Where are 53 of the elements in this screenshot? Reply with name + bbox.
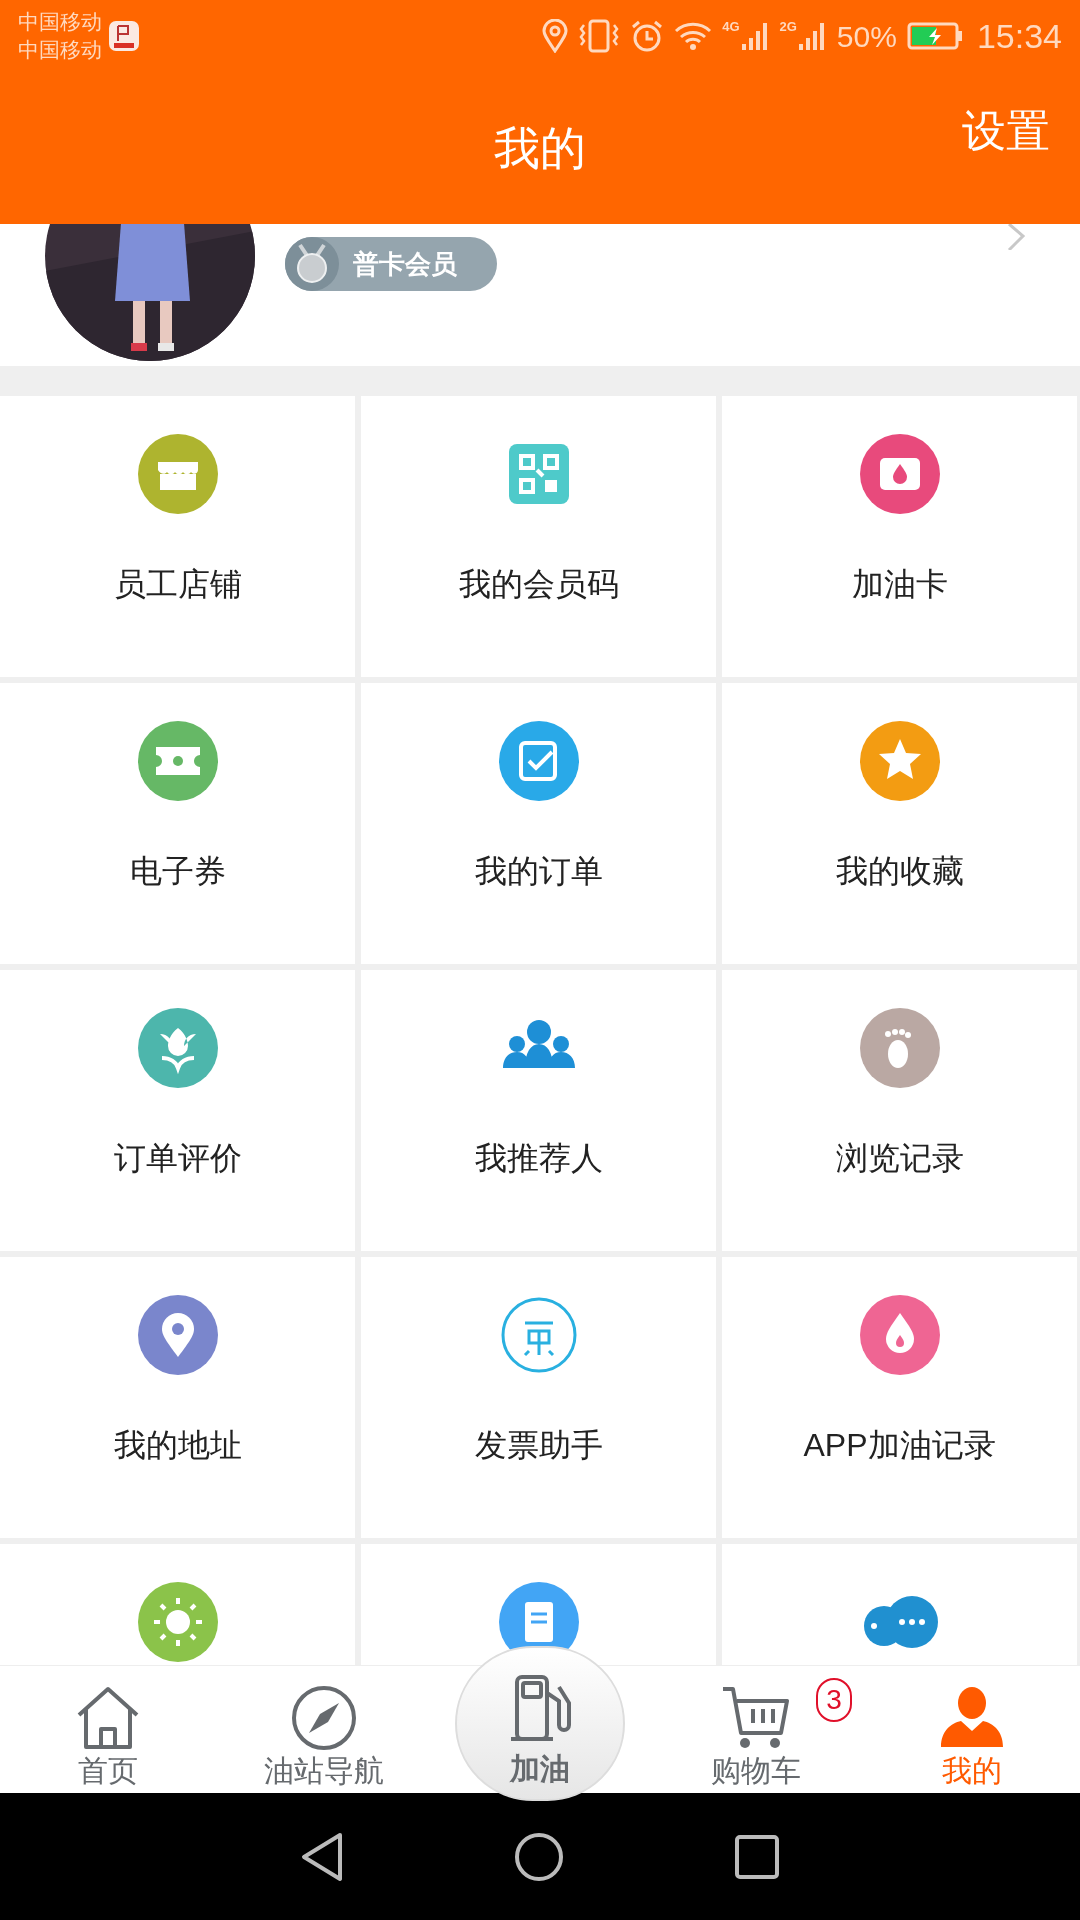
- tab-button[interactable]: 加油: [455, 1646, 625, 1801]
- tile-label: 电子券: [129, 852, 226, 891]
- carrier-name: 中国移动: [18, 9, 102, 35]
- menu-tile[interactable]: 我的订单: [361, 683, 716, 964]
- menu-tile[interactable]: 加油卡: [722, 396, 1077, 677]
- menu-tile[interactable]: 我的会员码: [361, 396, 716, 677]
- page-title: 我的: [494, 120, 586, 176]
- vibrate-icon: [578, 19, 621, 53]
- medal-icon: [285, 237, 339, 291]
- tile-label: 我的地址: [113, 1426, 242, 1465]
- fuel-pump-icon: [509, 1673, 571, 1743]
- signal-icon: [796, 20, 827, 52]
- tile-label: 我的收藏: [835, 852, 964, 891]
- cart-icon: [721, 1685, 791, 1751]
- menu-tile[interactable]: 发票助手: [361, 1257, 716, 1538]
- tile-label: 员工店铺: [113, 565, 242, 604]
- tab-button[interactable]: 首页: [0, 1666, 216, 1793]
- battery-percent: 50%: [836, 18, 897, 55]
- recents-icon[interactable]: [734, 1833, 780, 1880]
- compass-icon: [291, 1685, 357, 1751]
- tile-label: 我推荐人: [474, 1139, 603, 1178]
- menu-tile[interactable]: APP加油记录: [722, 1257, 1077, 1538]
- carrier-name: 中国移动: [18, 37, 102, 63]
- tile-label: 我的订单: [474, 852, 603, 891]
- home-circle-icon[interactable]: [514, 1831, 564, 1882]
- tab-button[interactable]: 油站导航: [216, 1666, 432, 1793]
- menu-tile[interactable]: 我的地址: [0, 1257, 355, 1538]
- clock-time: 15:34: [976, 15, 1062, 57]
- tab-button[interactable]: 购物车 3: [648, 1666, 864, 1793]
- menu-tile[interactable]: 浏览记录: [722, 970, 1077, 1251]
- battery-icon: [906, 22, 963, 50]
- network-label: 4G: [722, 20, 740, 33]
- tile-label: APP加油记录: [803, 1426, 996, 1465]
- member-badge: 普卡会员: [285, 237, 497, 291]
- tile-label: 发票助手: [474, 1426, 603, 1465]
- tile-label: 浏览记录: [835, 1139, 964, 1178]
- network-label: 2G: [779, 20, 797, 33]
- count-badge: 3: [816, 1678, 852, 1722]
- menu-tile[interactable]: 我的收藏: [722, 683, 1077, 964]
- alarm-icon: [630, 19, 665, 53]
- menu-tile[interactable]: 我推荐人: [361, 970, 716, 1251]
- wifi-icon: [674, 21, 713, 51]
- menu-tile[interactable]: 电子券: [0, 683, 355, 964]
- signal-icon: [739, 20, 770, 52]
- home-icon: [75, 1685, 141, 1751]
- tile-label: 订单评价: [113, 1139, 242, 1178]
- menu-tile[interactable]: 订单评价: [0, 970, 355, 1251]
- menu-tile[interactable]: 员工店铺: [0, 396, 355, 677]
- location-icon: [542, 19, 569, 53]
- tile-label: 我的会员码: [458, 565, 619, 604]
- back-icon[interactable]: [300, 1831, 344, 1882]
- app-icon: [108, 20, 140, 52]
- tile-label: 加油卡: [851, 565, 948, 604]
